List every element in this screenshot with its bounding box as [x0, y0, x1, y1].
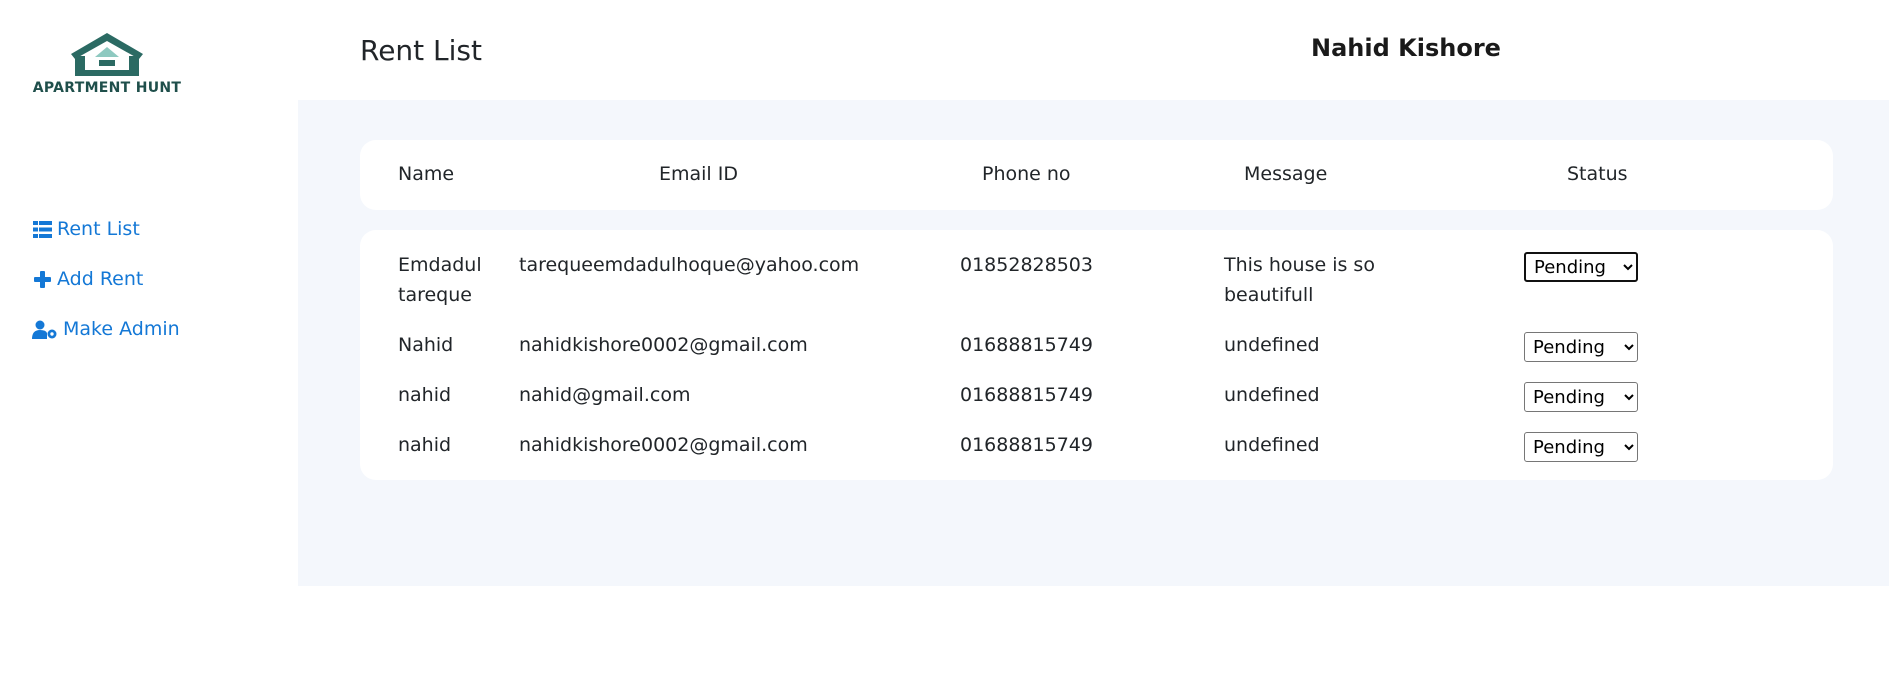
sidebar-item-rent-list[interactable]: Rent List [32, 214, 180, 244]
row-phone: 01852828503 [960, 254, 1093, 276]
row-email: nahidkishore0002@gmail.com [519, 334, 808, 356]
row-name: nahid [398, 384, 452, 406]
house-logo-icon [71, 33, 143, 76]
list-icon [32, 219, 52, 239]
sidebar-nav: Rent List Add Rent Make Admin [32, 214, 180, 364]
brand-logo: APARTMENT HUNT [12, 30, 202, 96]
column-header-name: Name [398, 163, 455, 185]
row-message: This house is so beautifull [1224, 254, 1375, 306]
main-content: Name Email ID Phone no Message Status Em… [298, 100, 1889, 586]
status-select[interactable]: Pending [1524, 432, 1638, 462]
row-phone: 01688815749 [960, 434, 1093, 456]
plus-icon [32, 269, 52, 289]
column-header-message: Message [1244, 163, 1328, 185]
user-gear-icon [32, 319, 58, 339]
user-name: Nahid Kishore [1311, 34, 1501, 62]
sidebar-item-add-rent[interactable]: Add Rent [32, 264, 180, 294]
row-name: Emdadul tareque [398, 254, 482, 306]
column-header-email: Email ID [659, 163, 738, 185]
row-email: nahidkishore0002@gmail.com [519, 434, 808, 456]
row-phone: 01688815749 [960, 384, 1093, 406]
brand-name: APARTMENT HUNT [32, 80, 182, 96]
page-title: Rent List [360, 34, 482, 67]
sidebar-item-label: Add Rent [57, 268, 144, 290]
sidebar-item-label: Rent List [57, 218, 140, 240]
column-header-phone: Phone no [982, 163, 1071, 185]
row-message: undefined [1224, 384, 1320, 406]
sidebar-item-label: Make Admin [63, 318, 180, 340]
row-message: undefined [1224, 434, 1320, 456]
status-select[interactable]: Pending [1524, 252, 1638, 282]
row-name: Nahid [398, 334, 454, 356]
table-body: Emdadul tareque tarequeemdadulhoque@yaho… [360, 230, 1833, 480]
row-email: nahid@gmail.com [519, 384, 691, 406]
table-header: Name Email ID Phone no Message Status [360, 140, 1833, 210]
row-message: undefined [1224, 334, 1320, 356]
row-email: tarequeemdadulhoque@yahoo.com [519, 254, 860, 276]
status-select[interactable]: Pending [1524, 332, 1638, 362]
row-name: nahid [398, 434, 452, 456]
row-phone: 01688815749 [960, 334, 1093, 356]
status-select[interactable]: Pending [1524, 382, 1638, 412]
sidebar-item-make-admin[interactable]: Make Admin [32, 314, 180, 344]
column-header-status: Status [1567, 163, 1628, 185]
